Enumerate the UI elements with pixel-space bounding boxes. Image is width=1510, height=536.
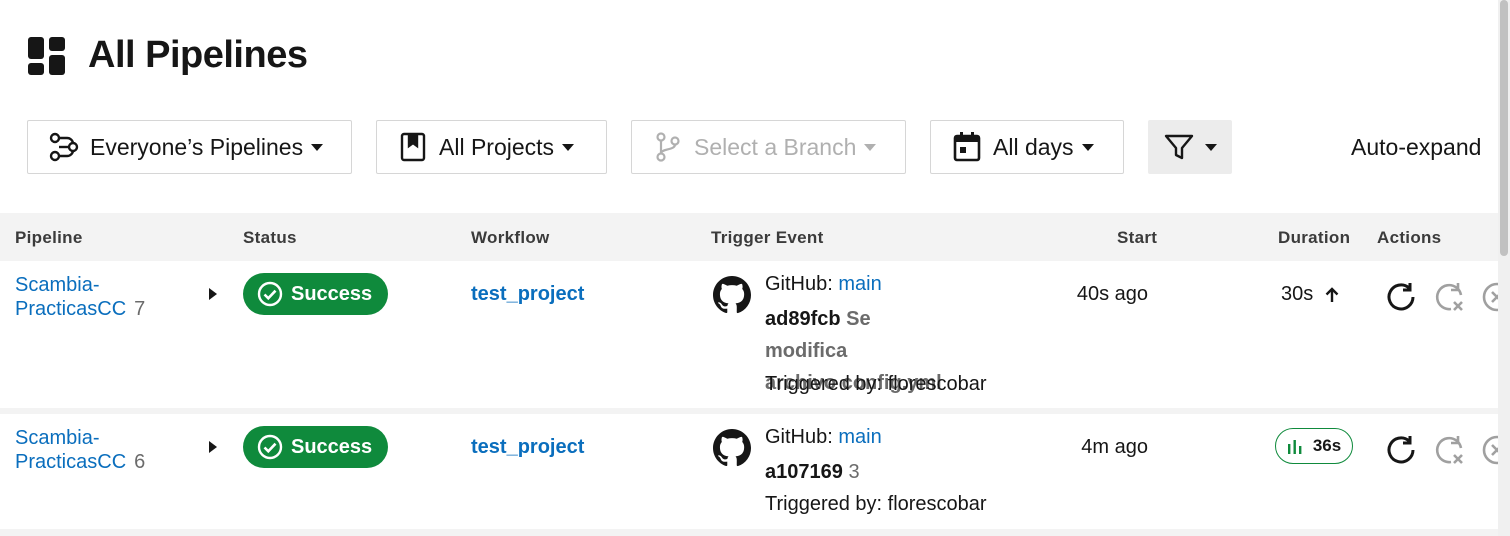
funnel-icon: [1164, 134, 1194, 160]
triggered-by: Triggered by: florescobar: [765, 373, 987, 395]
dashboard-grid-icon: [28, 36, 65, 75]
table-row: Scambia- PracticasCC 6 Success test_proje…: [0, 414, 1510, 529]
status-label: Success: [291, 282, 373, 305]
branch-link[interactable]: main: [838, 426, 881, 448]
chevron-down-icon: [1205, 143, 1217, 151]
pipeline-name-link[interactable]: Scambia- PracticasCC 6: [15, 426, 155, 474]
column-header-trigger[interactable]: Trigger Event: [711, 228, 824, 248]
chevron-down-icon: [562, 143, 575, 151]
project-filter-label: All Projects: [439, 133, 555, 160]
pipelines-icon: [49, 132, 79, 162]
project-filter-dropdown[interactable]: All Projects: [376, 120, 607, 174]
start-time: 40s ago: [1076, 283, 1148, 305]
commit-hash-link[interactable]: a107169: [765, 461, 843, 483]
owner-filter-dropdown[interactable]: Everyone’s Pipelines: [27, 120, 352, 174]
triggered-by: Triggered by: florescobar: [765, 493, 987, 515]
trigger-source-label: GitHub:: [765, 273, 833, 295]
row-separator: [0, 529, 1498, 536]
workflow-link[interactable]: test_project: [471, 436, 584, 459]
column-header-actions: Actions: [1377, 228, 1442, 247]
chevron-down-icon: [1081, 143, 1094, 151]
check-circle-icon: [257, 281, 283, 307]
column-header-duration[interactable]: Duration: [1278, 228, 1350, 248]
github-icon: [713, 429, 751, 467]
pipeline-name-line2[interactable]: PracticasCC: [15, 451, 126, 473]
expand-row-icon[interactable]: [209, 441, 217, 453]
chevron-down-icon: [864, 143, 877, 151]
advanced-filter-button[interactable]: [1148, 120, 1232, 174]
pipeline-number: 6: [134, 451, 146, 473]
trigger-source-label: GitHub:: [765, 426, 833, 448]
duration: 30s: [1281, 283, 1341, 306]
check-circle-icon: [257, 434, 283, 460]
rerun-icon[interactable]: [1384, 280, 1418, 314]
pipeline-name-line1[interactable]: Scambia-: [15, 427, 99, 449]
table-row: Scambia- PracticasCC 7 Success test_proje…: [0, 261, 1510, 426]
commit-info: a107169 3: [765, 456, 955, 488]
branch-link[interactable]: main: [838, 273, 881, 295]
trigger-source: GitHub: main: [765, 426, 882, 449]
scrollbar-thumb[interactable]: [1500, 0, 1508, 256]
auto-expand-toggle-label[interactable]: Auto-expand: [1351, 134, 1481, 161]
status-badge[interactable]: Success: [243, 273, 388, 315]
bar-chart-icon: [1287, 440, 1302, 454]
commit-message: 3: [848, 461, 860, 483]
owner-filter-label: Everyone’s Pipelines: [90, 133, 304, 160]
column-header-start[interactable]: Start: [1117, 228, 1157, 248]
date-filter-label: All days: [993, 133, 1074, 160]
page-title: All Pipelines: [88, 34, 308, 76]
duration-value: 36s: [1312, 436, 1342, 455]
branch-filter-dropdown: Select a Branch: [631, 120, 906, 174]
project-bookmark-icon: [400, 132, 426, 162]
rerun-icon[interactable]: [1384, 433, 1418, 467]
expand-row-icon[interactable]: [209, 288, 217, 300]
column-header-pipeline[interactable]: Pipeline: [15, 228, 83, 248]
duration-value: 30s: [1281, 283, 1314, 305]
workflow-link[interactable]: test_project: [471, 283, 584, 306]
commit-hash-link[interactable]: ad89fcb: [765, 308, 841, 330]
calendar-icon: [953, 132, 981, 162]
page-header: All Pipelines: [28, 34, 308, 77]
column-header-workflow[interactable]: Workflow: [471, 228, 550, 248]
github-icon: [713, 276, 751, 314]
chevron-down-icon: [311, 143, 324, 151]
trigger-source: GitHub: main: [765, 273, 882, 296]
rerun-failed-icon[interactable]: [1432, 433, 1466, 467]
branch-filter-placeholder: Select a Branch: [694, 133, 857, 160]
rerun-failed-icon[interactable]: [1432, 280, 1466, 314]
table-header: Pipeline Status Workflow Trigger Event S…: [0, 213, 1498, 261]
pipeline-name-link[interactable]: Scambia- PracticasCC 7: [15, 273, 155, 321]
duration-badge[interactable]: 36s: [1275, 428, 1353, 464]
arrow-up-icon: [1325, 286, 1339, 302]
start-time: 4m ago: [1081, 436, 1148, 458]
date-filter-dropdown[interactable]: All days: [930, 120, 1124, 174]
git-branch-icon: [656, 132, 680, 162]
vertical-scrollbar[interactable]: [1498, 0, 1510, 536]
status-label: Success: [291, 435, 373, 458]
pipeline-name-line2[interactable]: PracticasCC: [15, 298, 126, 320]
pipeline-number: 7: [134, 298, 146, 320]
pipeline-name-line1[interactable]: Scambia-: [15, 274, 99, 296]
status-badge[interactable]: Success: [243, 426, 388, 468]
column-header-status[interactable]: Status: [243, 228, 297, 248]
